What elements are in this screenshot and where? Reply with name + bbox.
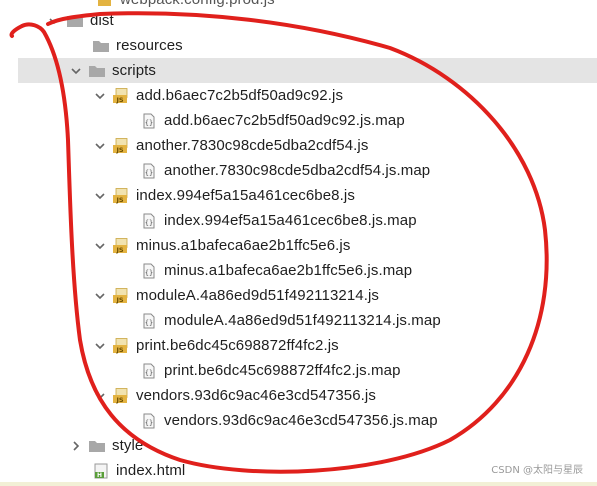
js-file-icon: JS <box>112 237 130 254</box>
tree-row-js-file[interactable]: JS another.7830c98cde5dba2cdf54.js <box>0 133 597 158</box>
map-badge-text: {} <box>145 419 153 427</box>
file-name-label: add.b6aec7c2b5df50ad9c92.js.map <box>164 112 405 129</box>
source-map-file-icon: {} <box>140 163 158 179</box>
map-badge-text: {} <box>145 319 153 327</box>
file-name-label: vendors.93d6c9ac46e3cd547356.js.map <box>164 412 438 429</box>
tree-row-map-file[interactable]: {} minus.a1bafeca6ae2b1ffc5e6.js.map <box>0 258 597 283</box>
bottom-status-strip <box>0 482 597 486</box>
tree-row-map-file[interactable]: {} index.994ef5a15a461cec6be8.js.map <box>0 208 597 233</box>
chevron-down-icon[interactable] <box>92 188 108 204</box>
file-name-label: index.994ef5a15a461cec6be8.js.map <box>164 212 417 229</box>
source-map-file-icon: {} <box>140 363 158 379</box>
js-file-icon: JS <box>112 287 130 304</box>
file-name-label: moduleA.4a86ed9d51f492113214.js <box>136 287 380 304</box>
project-file-tree: webpack.config.prod.js dist resources sc… <box>0 0 597 486</box>
tree-row-map-file[interactable]: {} print.be6dc45c698872ff4fc2.js.map <box>0 358 597 383</box>
source-map-file-icon: {} <box>140 413 158 429</box>
chevron-down-icon[interactable] <box>92 338 108 354</box>
folder-name-label: scripts <box>112 62 157 79</box>
file-name-label: index.html <box>116 462 186 479</box>
js-file-icon: JS <box>112 387 130 404</box>
tree-row-js-file[interactable]: JS print.be6dc45c698872ff4fc2.js <box>0 333 597 358</box>
file-name-label: another.7830c98cde5dba2cdf54.js.map <box>164 162 431 179</box>
tree-row-resources-folder[interactable]: resources <box>0 33 597 58</box>
js-file-icon <box>96 0 114 8</box>
file-name-label: print.be6dc45c698872ff4fc2.js.map <box>164 362 401 379</box>
html-badge-text: H <box>97 472 102 479</box>
folder-icon <box>88 438 106 454</box>
js-badge-text: JS <box>115 395 123 403</box>
map-badge-text: {} <box>145 269 153 277</box>
source-map-file-icon: {} <box>140 313 158 329</box>
file-name-label: webpack.config.prod.js <box>120 0 275 8</box>
chevron-down-icon[interactable] <box>68 63 84 79</box>
js-file-icon: JS <box>112 187 130 204</box>
map-badge-text: {} <box>145 119 153 127</box>
tree-row-js-file[interactable]: JS minus.a1bafeca6ae2b1ffc5e6.js <box>0 233 597 258</box>
file-name-label: minus.a1bafeca6ae2b1ffc5e6.js.map <box>164 262 413 279</box>
js-badge-text: JS <box>115 95 123 103</box>
source-map-file-icon: {} <box>140 213 158 229</box>
chevron-down-icon[interactable] <box>92 88 108 104</box>
source-map-file-icon: {} <box>140 113 158 129</box>
js-badge-text: JS <box>115 195 123 203</box>
file-name-label: moduleA.4a86ed9d51f492113214.js.map <box>164 312 441 329</box>
map-badge-text: {} <box>145 169 153 177</box>
tree-row-map-file[interactable]: {} vendors.93d6c9ac46e3cd547356.js.map <box>0 408 597 433</box>
tree-row-map-file[interactable]: {} add.b6aec7c2b5df50ad9c92.js.map <box>0 108 597 133</box>
tree-row-js-file[interactable]: JS index.994ef5a15a461cec6be8.js <box>0 183 597 208</box>
map-badge-text: {} <box>145 369 153 377</box>
tree-row-map-file[interactable]: {} moduleA.4a86ed9d51f492113214.js.map <box>0 308 597 333</box>
file-name-label: print.be6dc45c698872ff4fc2.js <box>136 337 339 354</box>
file-name-label: minus.a1bafeca6ae2b1ffc5e6.js <box>136 237 351 254</box>
tree-row-map-file[interactable]: {} another.7830c98cde5dba2cdf54.js.map <box>0 158 597 183</box>
folder-name-label: dist <box>90 12 114 29</box>
file-name-label: another.7830c98cde5dba2cdf54.js <box>136 137 369 154</box>
file-name-label: add.b6aec7c2b5df50ad9c92.js <box>136 87 344 104</box>
folder-name-label: style <box>112 437 144 454</box>
js-file-icon: JS <box>112 337 130 354</box>
js-badge-text: JS <box>115 145 123 153</box>
chevron-down-icon[interactable] <box>92 238 108 254</box>
tree-row-js-file[interactable]: JS moduleA.4a86ed9d51f492113214.js <box>0 283 597 308</box>
chevron-right-icon[interactable] <box>68 438 84 454</box>
tree-row-js-file[interactable]: JS add.b6aec7c2b5df50ad9c92.js <box>0 83 597 108</box>
chevron-down-icon[interactable] <box>92 288 108 304</box>
folder-icon <box>66 13 84 29</box>
tree-row-dist-folder[interactable]: dist <box>0 8 597 33</box>
map-badge-text: {} <box>145 219 153 227</box>
js-badge-text: JS <box>115 295 123 303</box>
tree-row-js-file[interactable]: JS vendors.93d6c9ac46e3cd547356.js <box>0 383 597 408</box>
watermark-text: CSDN @太阳与星辰 <box>491 465 583 476</box>
html-file-icon: H <box>92 463 110 479</box>
js-badge-text: JS <box>115 245 123 253</box>
source-map-file-icon: {} <box>140 263 158 279</box>
tree-row-style-folder[interactable]: style <box>0 433 597 458</box>
folder-icon <box>88 63 106 79</box>
chevron-down-icon[interactable] <box>46 13 62 29</box>
folder-name-label: resources <box>116 37 183 54</box>
js-badge-text: JS <box>115 345 123 353</box>
chevron-down-icon[interactable] <box>92 388 108 404</box>
js-file-icon: JS <box>112 87 130 104</box>
chevron-down-icon[interactable] <box>92 138 108 154</box>
file-name-label: index.994ef5a15a461cec6be8.js <box>136 187 355 204</box>
tree-row-scripts-folder[interactable]: scripts <box>18 58 597 83</box>
folder-icon <box>92 38 110 54</box>
file-name-label: vendors.93d6c9ac46e3cd547356.js <box>136 387 376 404</box>
js-file-icon: JS <box>112 137 130 154</box>
